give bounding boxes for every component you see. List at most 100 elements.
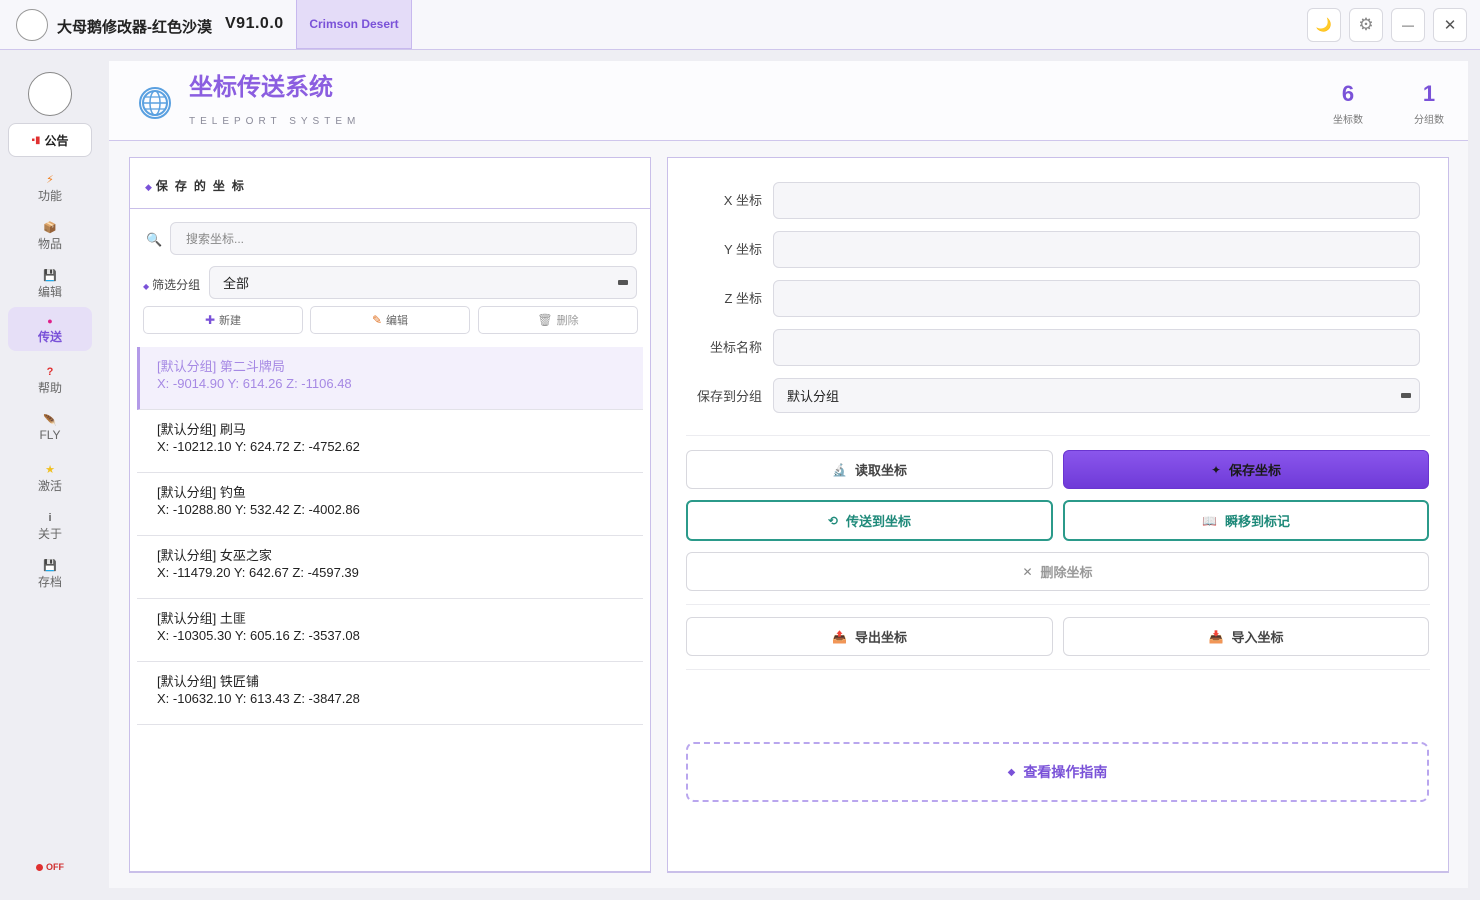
diamond-icon: ◆ (145, 182, 152, 192)
floppy-icon: 💾 (43, 559, 57, 572)
list-item-coords: X: -10288.80 Y: 532.42 Z: -4002.86 (157, 502, 360, 517)
list-item-coords: X: -9014.90 Y: 614.26 Z: -1106.48 (157, 376, 352, 391)
stat-group-count: 1 分组数 (1399, 81, 1459, 126)
sidebar-item-label: 物品 (37, 236, 62, 251)
stat-value: 6 (1341, 81, 1355, 106)
page-subtitle: TELEPORT SYSTEM (189, 116, 361, 127)
trash-icon: 🗑 (537, 313, 553, 327)
new-button[interactable]: ✚ 新建 (143, 306, 303, 334)
minimize-button[interactable]: — (1391, 8, 1425, 42)
import-coordinates-button[interactable]: 📥 导入坐标 (1063, 617, 1429, 656)
view-guide-button[interactable]: ◆ 查看操作指南 (686, 742, 1429, 802)
panel-title: ◆ 保存的坐标 (145, 177, 251, 194)
list-item-name: [默认分组] 女巫之家 (157, 548, 272, 563)
box-icon: 📦 (43, 221, 57, 234)
coordinate-name-input[interactable] (773, 329, 1420, 366)
sidebar-item-help[interactable]: ? 帮助 (8, 358, 92, 402)
pencil-icon: ✎ (371, 313, 383, 327)
sidebar: ▪▮ 公告 ⚡ 功能 📦 物品 💾 编辑 ● 传送 ? 帮助 🪶 FLY ★ 激… (0, 50, 100, 900)
list-item-name: [默认分组] 钓鱼 (157, 485, 246, 500)
z-coordinate-input[interactable] (773, 280, 1420, 317)
list-item[interactable]: [默认分组] 铁匠铺 X: -10632.10 Y: 613.43 Z: -38… (137, 662, 643, 725)
save-coordinates-label: 保存坐标 (1229, 463, 1282, 478)
x-coordinate-label: X 坐标 (723, 193, 762, 208)
notice-button[interactable]: ▪▮ 公告 (8, 123, 92, 157)
diamond-icon: ◆ (143, 282, 150, 291)
sidebar-item-saves[interactable]: 💾 存档 (8, 552, 92, 596)
save-group-label: 保存到分组 (696, 389, 762, 404)
settings-button[interactable]: ⚙ (1349, 8, 1383, 42)
read-coordinates-label: 读取坐标 (854, 463, 907, 478)
teleport-to-coordinates-button[interactable]: ⟲ 传送到坐标 (686, 500, 1053, 541)
title-bar: 大母鹅修改器-红色沙漠 V91.0.0 Crimson Desert 🌙 ⚙ —… (0, 0, 1480, 50)
stat-value: 1 (1422, 81, 1436, 106)
list-item[interactable]: [默认分组] 女巫之家 X: -11479.20 Y: 642.67 Z: -4… (137, 536, 643, 599)
question-icon: ? (46, 365, 54, 378)
list-item[interactable]: [默认分组] 第二斗牌局 X: -9014.90 Y: 614.26 Z: -1… (137, 347, 643, 410)
close-button[interactable]: ✕ (1433, 8, 1467, 42)
app-version: V91.0.0 (225, 15, 284, 32)
app-logo-icon (16, 9, 48, 41)
edit-button[interactable]: ✎ 编辑 (310, 306, 470, 334)
delete-button[interactable]: 🗑 删除 (478, 306, 638, 334)
refresh-icon: ⟲ (827, 513, 839, 528)
sparkle-icon: ✦ (1210, 462, 1222, 477)
filter-group-label: ◆ 筛选分组 (143, 276, 200, 293)
delete-button-label: 删除 (556, 315, 579, 327)
globe-icon-svg (142, 90, 168, 116)
search-input[interactable] (170, 222, 637, 255)
sidebar-item-edit[interactable]: 💾 编辑 (8, 262, 92, 306)
avatar (28, 72, 72, 116)
blink-label: 瞬移到标记 (1224, 514, 1290, 529)
list-item[interactable]: [默认分组] 钓鱼 X: -10288.80 Y: 532.42 Z: -400… (137, 473, 643, 536)
divider (686, 604, 1430, 605)
read-coordinates-button[interactable]: 🔬 读取坐标 (686, 450, 1053, 489)
coordinate-list: [默认分组] 第二斗牌局 X: -9014.90 Y: 614.26 Z: -1… (137, 347, 643, 725)
y-coordinate-input[interactable] (773, 231, 1420, 268)
export-icon: 📤 (832, 629, 847, 644)
save-group-select[interactable]: 默认分组 (773, 378, 1420, 413)
divider (686, 669, 1430, 670)
blink-to-marker-button[interactable]: 📖 瞬移到标记 (1063, 500, 1429, 541)
export-coordinates-button[interactable]: 📤 导出坐标 (686, 617, 1053, 656)
microscope-icon: 🔬 (832, 462, 847, 477)
filter-group-select[interactable]: 全部 (209, 266, 637, 299)
notice-icon: ▪▮ (31, 134, 41, 146)
export-label: 导出坐标 (854, 630, 907, 645)
gear-icon: ⚙ (1358, 15, 1374, 34)
sidebar-item-functions[interactable]: ⚡ 功能 (8, 166, 92, 210)
close-icon: ✕ (1443, 17, 1457, 34)
sidebar-item-activate[interactable]: ★ 激活 (8, 456, 92, 500)
save-coordinates-button[interactable]: ✦ 保存坐标 (1063, 450, 1429, 489)
import-icon: 📥 (1208, 629, 1224, 644)
status-indicator: OFF (36, 862, 64, 872)
dropdown-icon (1401, 392, 1411, 398)
theme-toggle-button[interactable]: 🌙 (1307, 8, 1341, 42)
globe-icon (139, 87, 171, 119)
sidebar-item-fly[interactable]: 🪶 FLY (8, 406, 92, 450)
list-item-coords: X: -10212.10 Y: 624.72 Z: -4752.62 (157, 439, 360, 454)
sidebar-item-label: 功能 (37, 188, 62, 203)
page-header: 坐标传送系统 TELEPORT SYSTEM 6 坐标数 1 分组数 (109, 61, 1468, 141)
diamond-icon: ◆ (1007, 766, 1016, 778)
book-icon: 📖 (1202, 513, 1217, 528)
coordinate-form-panel: X 坐标 Y 坐标 Z 坐标 坐标名称 保存到分组 默认分组 🔬 读取坐标 ✦ … (667, 157, 1449, 873)
pin-icon: ● (47, 315, 53, 326)
list-item[interactable]: [默认分组] 土匪 X: -10305.30 Y: 605.16 Z: -353… (137, 599, 643, 662)
plus-icon: ✚ (204, 313, 216, 327)
x-coordinate-input[interactable] (773, 182, 1420, 219)
sidebar-item-label: 存档 (37, 574, 62, 589)
sidebar-item-label: 传送 (37, 329, 62, 344)
y-coordinate-label: Y 坐标 (723, 242, 762, 257)
sidebar-item-about[interactable]: i 关于 (8, 504, 92, 548)
stat-coordinate-count: 6 坐标数 (1318, 81, 1378, 126)
list-item[interactable]: [默认分组] 刷马 X: -10212.10 Y: 624.72 Z: -475… (137, 410, 643, 473)
delete-coordinates-button[interactable]: ✕ 删除坐标 (686, 552, 1429, 591)
stat-label: 分组数 (1414, 115, 1444, 126)
tab-crimson-desert[interactable]: Crimson Desert (296, 0, 412, 49)
list-item-coords: X: -10632.10 Y: 613.43 Z: -3847.28 (157, 691, 360, 706)
sidebar-item-items[interactable]: 📦 物品 (8, 214, 92, 258)
sidebar-item-teleport[interactable]: ● 传送 (8, 307, 92, 351)
star-icon: ★ (45, 463, 55, 476)
list-item-name: [默认分组] 土匪 (157, 611, 246, 626)
